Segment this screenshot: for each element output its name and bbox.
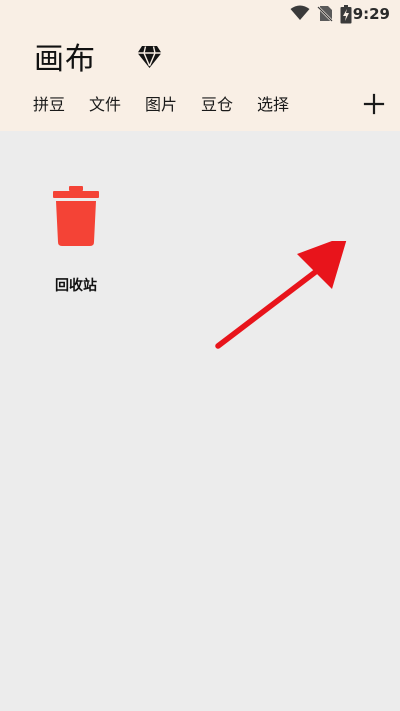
plus-icon[interactable] [362,92,386,116]
recycle-bin-label: 回收站 [55,278,97,294]
app-bar: 9:29 画布 拼豆 文件 图片 豆仓 选择 [0,0,400,131]
page-title: 画布 [34,42,96,77]
recycle-bin-item[interactable]: 回收站 [30,176,122,306]
tab-images[interactable]: 图片 [145,92,177,118]
canvas-grid: 回收站 [0,131,400,711]
wifi-icon [290,5,310,20]
pointer-arrow-icon [215,241,347,349]
battery-charging-icon [340,5,352,24]
tab-select[interactable]: 选择 [257,92,289,118]
trash-icon [53,186,99,246]
tab-pindou[interactable]: 拼豆 [33,92,65,118]
diamond-icon[interactable] [137,45,162,69]
tab-files[interactable]: 文件 [89,92,121,118]
no-sim-icon [317,6,333,22]
tab-bean-storage[interactable]: 豆仓 [201,92,233,118]
tab-bar: 拼豆 文件 图片 豆仓 选择 [0,92,400,120]
status-bar: 9:29 [0,0,400,28]
status-time: 9:29 [352,5,390,23]
